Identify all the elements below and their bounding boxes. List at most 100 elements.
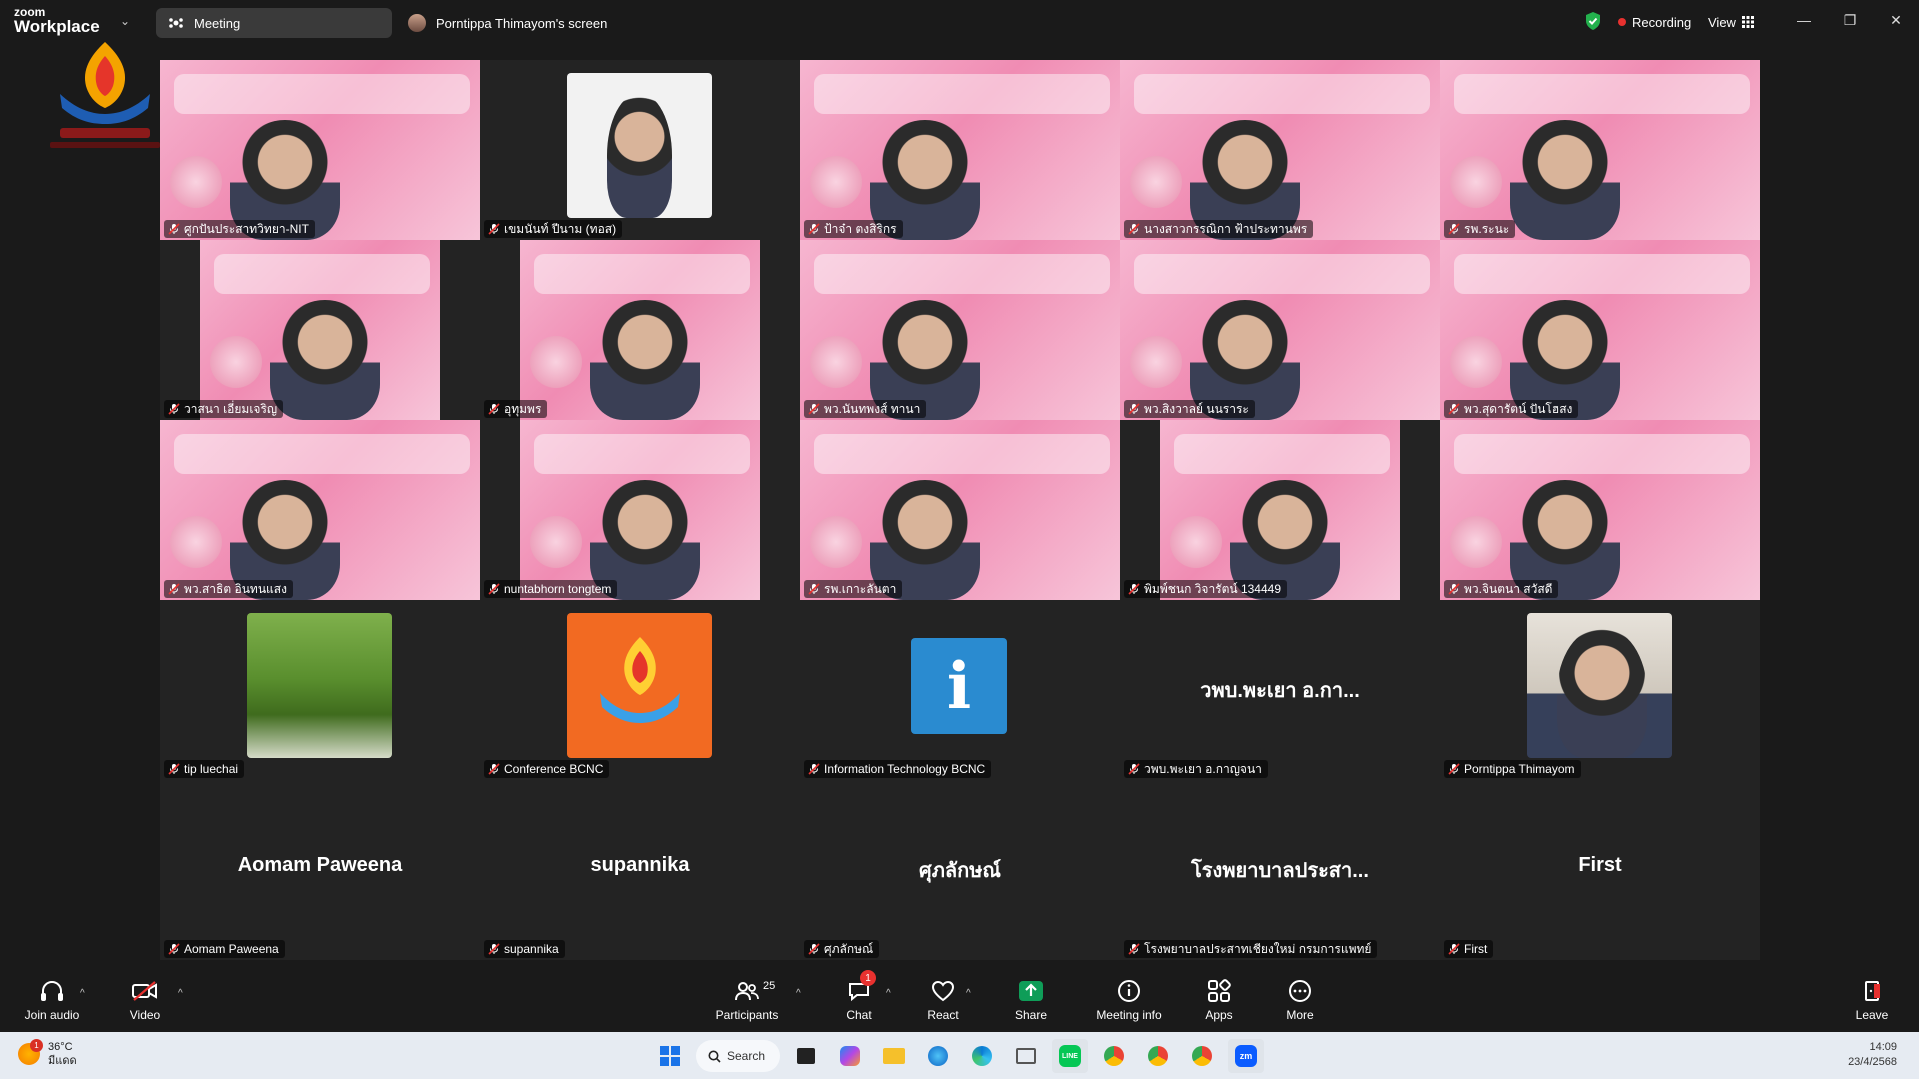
participant-tile[interactable]: Porntippa Thimayom xyxy=(1440,600,1760,780)
participant-tile[interactable]: พิมพ์ชนก วิจารัตน์ 134449 xyxy=(1120,420,1440,600)
participant-tile[interactable]: Aomam Paweena Aomam Paweena xyxy=(160,780,480,960)
mic-off-icon xyxy=(1128,943,1140,955)
mic-off-icon xyxy=(168,763,180,775)
restore-icon[interactable]: ❐ xyxy=(1827,4,1873,36)
leave-button[interactable]: Leave xyxy=(1854,972,1890,1028)
chrome-profile-icon[interactable] xyxy=(1140,1039,1176,1073)
participant-name: รพ.เกาะลันตา xyxy=(824,581,897,596)
participant-tile[interactable]: โรงพยาบาลประสา... โรงพยาบาลประสาทเชียงใหม… xyxy=(1120,780,1440,960)
more-icon xyxy=(1289,980,1311,1002)
profile-logo-icon xyxy=(567,613,712,758)
zoom-logo[interactable]: zoom Workplace xyxy=(14,6,100,35)
minimize-icon[interactable]: — xyxy=(1781,4,1827,36)
participant-name-tag: ป้าจ๋า ตงสิริกร xyxy=(804,220,903,238)
shield-icon[interactable] xyxy=(1584,11,1602,31)
leave-icon xyxy=(1865,981,1880,1001)
view-label: View xyxy=(1708,14,1736,30)
participant-tile[interactable]: พว.สิงวาลย์ นนราระ xyxy=(1120,240,1440,420)
apps-button[interactable]: Apps xyxy=(1202,972,1236,1028)
participant-name: วพบ.พะเยา อ.กาญจนา xyxy=(1144,761,1262,776)
join-audio-button[interactable]: Join audio xyxy=(20,972,84,1028)
photos-icon[interactable] xyxy=(1008,1039,1044,1073)
browser-globe-icon[interactable] xyxy=(920,1039,956,1073)
weather-text: มีแดด xyxy=(48,1055,77,1067)
slide-decoration xyxy=(1450,516,1502,568)
participant-tile[interactable]: รพ.เกาะลันตา xyxy=(800,420,1120,600)
start-icon[interactable] xyxy=(652,1039,688,1073)
taskbar-search[interactable]: Search xyxy=(696,1040,780,1072)
recording-indicator[interactable]: Recording xyxy=(1618,10,1691,34)
line-app-icon[interactable]: LINE xyxy=(1052,1039,1088,1073)
participants-options-chevron-icon[interactable]: ^ xyxy=(796,988,801,999)
headphones-icon xyxy=(41,980,63,1001)
video-options-chevron-icon[interactable]: ^ xyxy=(178,988,183,999)
weather-badge: 1 xyxy=(30,1039,43,1052)
file-explorer-icon[interactable] xyxy=(876,1039,912,1073)
react-button[interactable]: React xyxy=(926,972,960,1028)
video-gallery: ศูกปันประสาทวิทยา-NIT เขมนันท์ ปีนาม (ทอส… xyxy=(160,60,1760,960)
participant-tile[interactable]: นางสาวกรรณิกา ฟ้าประทานพร xyxy=(1120,60,1440,240)
slide-decoration xyxy=(810,336,862,388)
participant-tile[interactable]: ศุภลักษณ์ ศุภลักษณ์ xyxy=(800,780,1120,960)
participant-tile[interactable]: ศูกปันประสาทวิทยา-NIT xyxy=(160,60,480,240)
participant-name: พว.สิงวาลย์ นนราระ xyxy=(1144,401,1249,416)
participant-name-tag: วพบ.พะเยา อ.กาญจนา xyxy=(1124,760,1268,778)
participant-tile[interactable]: supannika supannika xyxy=(480,780,800,960)
participant-tile[interactable]: i Information Technology BCNC xyxy=(800,600,1120,780)
chrome-profile-2-icon[interactable] xyxy=(1184,1039,1220,1073)
participant-name-tag: Aomam Paweena xyxy=(164,940,285,958)
view-button[interactable]: View xyxy=(1708,10,1754,34)
participant-tile[interactable]: พว.จินตนา สวัสดี xyxy=(1440,420,1760,600)
chrome-icon[interactable] xyxy=(1096,1039,1132,1073)
participant-name: พว.จินตนา สวัสดี xyxy=(1464,581,1553,596)
zoom-app-icon[interactable]: zm xyxy=(1228,1039,1264,1073)
participants-label: Participants xyxy=(715,1008,779,1022)
participant-display-name: supannika xyxy=(590,854,690,876)
participant-tile[interactable]: Conference BCNC xyxy=(480,600,800,780)
participant-tile[interactable]: First First xyxy=(1440,780,1760,960)
participant-name-tag: นางสาวกรรณิกา ฟ้าประทานพร xyxy=(1124,220,1314,238)
chat-options-chevron-icon[interactable]: ^ xyxy=(886,988,891,999)
participant-tile[interactable]: tip luechai xyxy=(160,600,480,780)
react-options-chevron-icon[interactable]: ^ xyxy=(966,988,971,999)
os-taskbar: 1 36°C มีแดด Search LINE zm 14:09 23/4/2… xyxy=(0,1032,1919,1079)
copilot-icon[interactable] xyxy=(832,1039,868,1073)
chevron-down-icon[interactable]: ⌄ xyxy=(120,14,130,28)
meeting-info-button[interactable]: Meeting info xyxy=(1094,972,1164,1028)
mic-off-icon xyxy=(1448,223,1460,235)
tab-shared-screen[interactable]: Porntippa Thimayom's screen xyxy=(396,8,656,38)
participant-tile[interactable]: nuntabhorn tongtem xyxy=(480,420,800,600)
video-feed xyxy=(1440,60,1760,240)
tab-meeting[interactable]: Meeting xyxy=(156,8,392,38)
edge-icon[interactable] xyxy=(964,1039,1000,1073)
participant-name-tag: วาสนา เอี่ยมเจริญ xyxy=(164,400,284,418)
task-view-icon[interactable] xyxy=(788,1039,824,1073)
participant-tile[interactable]: วาสนา เอี่ยมเจริญ xyxy=(160,240,480,420)
close-icon[interactable]: ✕ xyxy=(1873,4,1919,36)
system-clock[interactable]: 14:09 23/4/2568 xyxy=(1848,1040,1897,1070)
participant-tile[interactable]: เขมนันท์ ปีนาม (ทอส) xyxy=(480,60,800,240)
sun-icon: 1 xyxy=(18,1039,43,1065)
recording-label: Recording xyxy=(1632,14,1692,30)
weather-widget[interactable]: 1 36°C มีแดด xyxy=(18,1039,77,1068)
share-button[interactable]: Share xyxy=(1014,972,1048,1028)
mic-off-icon xyxy=(1128,403,1140,415)
participant-tile[interactable]: พว.สุดารัตน์ ปันโฮสง xyxy=(1440,240,1760,420)
participant-tile[interactable]: พว.นันทพงส์ ทานา xyxy=(800,240,1120,420)
video-button[interactable]: Video xyxy=(118,972,172,1028)
participant-tile[interactable]: รพ.ระนะ xyxy=(1440,60,1760,240)
shared-slide-banner xyxy=(814,254,1110,294)
participant-tile[interactable]: พว.สาธิต อินทนแสง xyxy=(160,420,480,600)
more-button[interactable]: More xyxy=(1282,972,1318,1028)
participant-silhouette xyxy=(1510,120,1620,240)
participant-tile[interactable]: อุทุมพร xyxy=(480,240,800,420)
participant-name: พิมพ์ชนก วิจารัตน์ 134449 xyxy=(1144,581,1282,596)
participant-tile[interactable]: วพบ.พะเยา อ.กา... วพบ.พะเยา อ.กาญจนา xyxy=(1120,600,1440,780)
participant-name: อุทุมพร xyxy=(504,401,542,416)
participant-tile[interactable]: ป้าจ๋า ตงสิริกร xyxy=(800,60,1120,240)
participant-display-name: Aomam Paweena xyxy=(237,854,403,876)
audio-options-chevron-icon[interactable]: ^ xyxy=(80,988,85,999)
slide-decoration xyxy=(1170,516,1222,568)
participant-name: นางสาวกรรณิกา ฟ้าประทานพร xyxy=(1144,221,1308,236)
participant-name: nuntabhorn tongtem xyxy=(504,582,612,596)
